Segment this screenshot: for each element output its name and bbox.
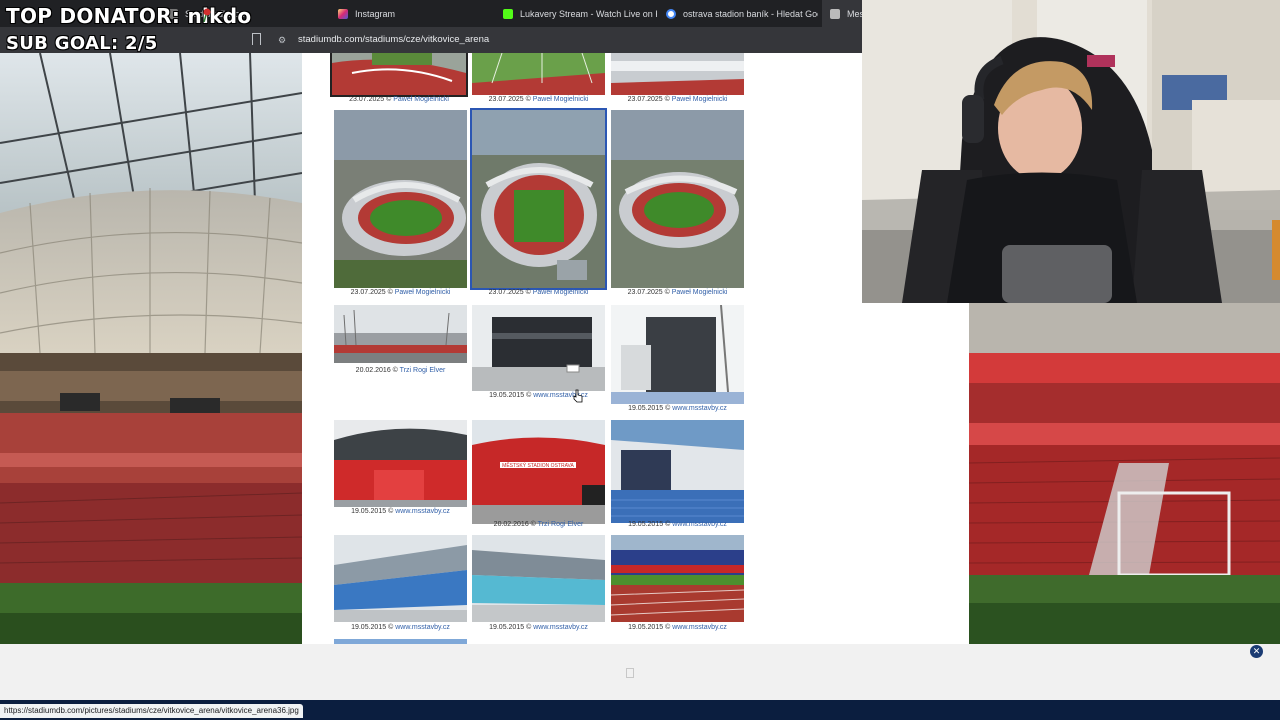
author-link[interactable]: Paweł Mogielnicki: [533, 289, 589, 296]
gallery-thumbnail[interactable]: [611, 305, 744, 404]
tab-label: ostrava stadion baník - Hledat Goog: [683, 8, 818, 19]
author-link[interactable]: Paweł Mogielnicki: [672, 96, 728, 103]
thumbnail-caption: 19.05.2015 © www.msstavby.cz: [628, 405, 727, 412]
top-donator-label: TOP DONATOR: nikdo: [6, 4, 252, 28]
author-link[interactable]: www.msstavby.cz: [672, 521, 727, 528]
site-settings-icon[interactable]: ⚙: [278, 35, 286, 46]
hand-cursor-icon: [573, 389, 583, 403]
thumbnail-caption: 20.02.2016 © Trzi Rogi Elver: [493, 521, 584, 528]
author-link[interactable]: Paweł Mogielnicki: [533, 96, 589, 103]
gallery-thumbnail[interactable]: [472, 53, 605, 95]
author-link[interactable]: Paweł Mogielnicki: [672, 289, 728, 296]
page-icon: [830, 8, 840, 19]
gallery-thumbnail[interactable]: [334, 535, 467, 622]
thumbnail-caption: 19.05.2015 © www.msstavby.cz: [628, 521, 727, 528]
author-link[interactable]: www.msstavby.cz: [395, 624, 450, 631]
document-icon: [626, 668, 634, 678]
thumbnail-caption: 23.07.2025 © Paweł Mogielnicki: [488, 289, 589, 296]
thumbnail-caption: 19.05.2015 © www.msstavby.cz: [351, 508, 450, 515]
thumbnail-caption: 19.05.2015 © www.msstavby.cz: [351, 624, 450, 631]
tab-label: Mest: [847, 8, 862, 19]
tab-google-search[interactable]: ostrava stadion baník - Hledat Goog: [658, 0, 818, 27]
tab-label: Instagram: [355, 8, 396, 19]
stream-background-stadium-right: [969, 303, 1280, 644]
gallery-thumbnail-selected[interactable]: [470, 108, 607, 290]
kick-icon: [503, 8, 513, 19]
sub-goal-label: SUB GOAL: 2/5: [6, 33, 158, 54]
author-link[interactable]: www.msstavby.cz: [533, 624, 588, 631]
tab-instagram[interactable]: Instagram: [330, 0, 490, 27]
gallery-thumbnail[interactable]: [334, 305, 467, 363]
author-link[interactable]: Paweł Mogielnicki: [395, 289, 451, 296]
bottom-ad-bar: ✕: [0, 644, 1280, 700]
gallery-thumbnail[interactable]: [334, 110, 467, 288]
gallery-thumbnail[interactable]: MĚSTSKÝ STADION OSTRAVA: [472, 420, 605, 524]
tab-kick-stream[interactable]: Lukavery Stream - Watch Live on Kick: [495, 0, 657, 27]
thumbnail-caption: 23.07.2025 © Paweł Mogielnicki: [349, 96, 449, 103]
thumbnail-caption: 19.05.2015 © www.msstavby.cz: [628, 624, 727, 631]
gallery-thumbnail[interactable]: [330, 53, 468, 97]
page-right-margin: [862, 303, 969, 644]
bookmark-icon[interactable]: [252, 33, 261, 49]
webcam-feed: [862, 0, 1280, 303]
stream-background-stadium-left: [0, 53, 302, 644]
thumbnail-caption: 19.05.2015 © www.msstavby.cz: [489, 624, 588, 631]
gallery-thumbnail[interactable]: [472, 535, 605, 622]
thumbnail-caption: 23.07.2025 © Paweł Mogielnicki: [627, 289, 728, 296]
screen: { "overlay": { "top_donator": "TOP DONAT…: [0, 0, 1280, 720]
gallery-thumbnail[interactable]: [611, 110, 744, 288]
thumbnail-caption: 23.07.2025 © Paweł Mogielnicki: [627, 96, 728, 103]
thumbnail-caption: 23.07.2025 © Paweł Mogielnicki: [488, 96, 589, 103]
rose-icon: [203, 8, 211, 22]
author-link[interactable]: Trzi Rogi Elver: [538, 521, 584, 528]
thumbnail-caption: 20.02.2016 © Trzi Rogi Elver: [355, 367, 446, 374]
gallery-thumbnail[interactable]: [611, 535, 744, 622]
author-link[interactable]: Paweł Mogielnicki: [393, 96, 449, 103]
gallery-thumbnail[interactable]: [611, 420, 744, 523]
tab-active[interactable]: Mest: [822, 0, 862, 27]
thumbnail-caption: 19.05.2015 © www.msstavby.cz: [489, 392, 588, 399]
status-url-tooltip: https://stadiumdb.com/pictures/stadiums/…: [0, 704, 303, 718]
author-link[interactable]: www.msstavby.cz: [672, 624, 727, 631]
close-icon[interactable]: ✕: [1250, 645, 1263, 658]
author-link[interactable]: www.msstavby.cz: [672, 405, 727, 412]
stadium-sign-text: MĚSTSKÝ STADION OSTRAVA: [502, 461, 574, 469]
tab-label: Lukavery Stream - Watch Live on Kick: [520, 8, 657, 19]
author-link[interactable]: www.msstavby.cz: [395, 508, 450, 515]
gallery-thumbnail[interactable]: [472, 305, 605, 391]
gallery-thumbnail[interactable]: [334, 420, 467, 507]
instagram-icon: [338, 8, 348, 19]
thumbnail-caption: 23.07.2025 © Paweł Mogielnicki: [350, 289, 451, 296]
author-link[interactable]: Trzi Rogi Elver: [400, 367, 446, 374]
stadiumdb-gallery-page: 23.07.2025 © Paweł Mogielnicki 23.07.202…: [302, 53, 862, 644]
url-field[interactable]: stadiumdb.com/stadiums/cze/vitkovice_are…: [298, 34, 489, 45]
google-icon: [666, 8, 676, 19]
gallery-thumbnail[interactable]: [611, 53, 744, 95]
